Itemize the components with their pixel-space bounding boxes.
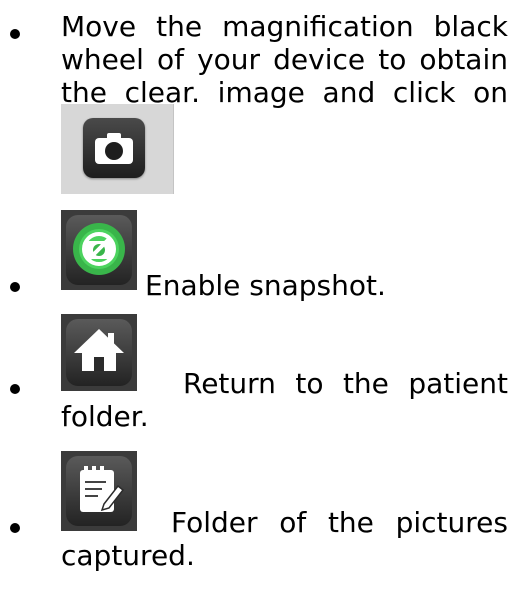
bullet xyxy=(10,523,20,533)
camera-icon xyxy=(61,104,174,194)
item-4-line-1: Folder of the pictures xyxy=(171,506,508,539)
camera-glyph xyxy=(95,133,133,164)
home-icon xyxy=(61,314,137,391)
bullet xyxy=(10,29,20,39)
bullet xyxy=(10,282,20,292)
bullet xyxy=(10,384,20,394)
notepad-edit-icon xyxy=(61,451,137,531)
snapshot-enable-icon xyxy=(61,210,137,290)
item-4-line-2: captured. xyxy=(61,539,195,572)
item-3-line-1: Return to the patient xyxy=(183,367,508,400)
item-3-line-2: folder. xyxy=(61,400,149,433)
camera-button-shape xyxy=(83,118,145,178)
item-2-text: Enable snapshot. xyxy=(145,269,386,302)
